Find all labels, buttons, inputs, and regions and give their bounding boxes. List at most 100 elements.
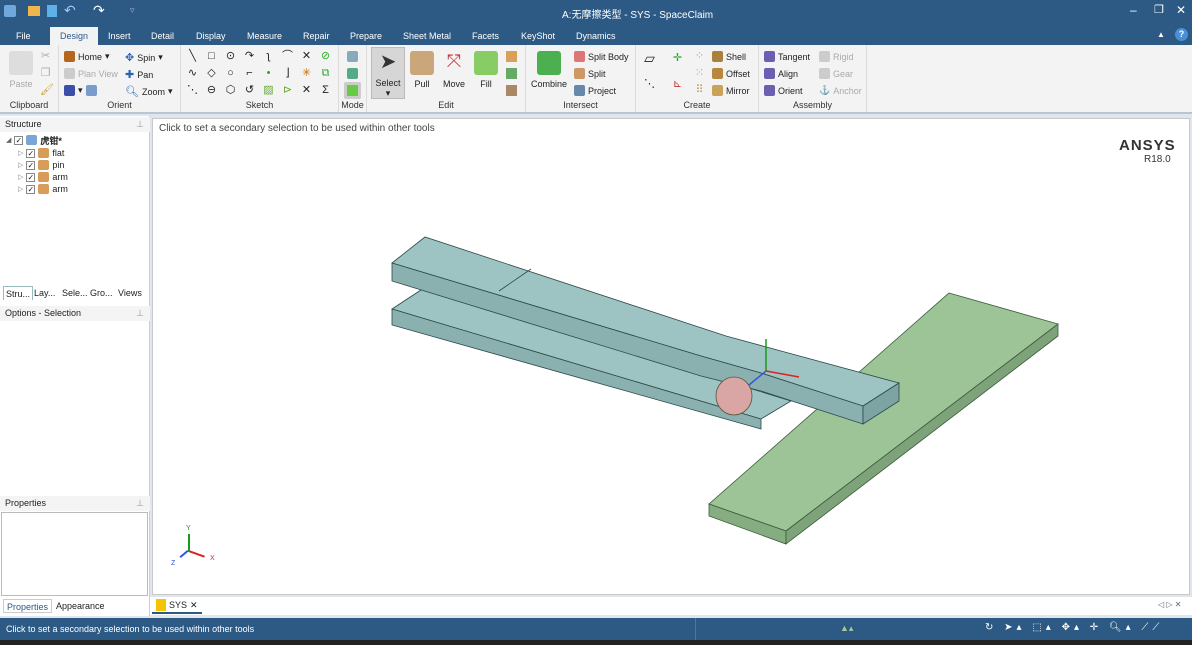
expand-icon[interactable]: ▷: [18, 173, 23, 181]
align-button[interactable]: Align: [764, 68, 798, 79]
line-tool-icon[interactable]: ╲: [187, 51, 198, 62]
tab-views[interactable]: Views: [118, 286, 142, 300]
undo-icon[interactable]: ↶: [64, 2, 76, 19]
sketch-mode-icon[interactable]: [347, 51, 358, 62]
tab-file[interactable]: File: [8, 27, 39, 45]
anchor-button[interactable]: ⚓ Anchor: [819, 85, 862, 96]
tab-design[interactable]: Design: [50, 27, 99, 45]
tab-detail[interactable]: Detail: [143, 27, 182, 45]
tangent-line-icon[interactable]: ∿: [187, 68, 198, 79]
tab-measure[interactable]: Measure: [239, 27, 290, 45]
spin-button[interactable]: ✥ Spin ▾: [125, 51, 163, 64]
polygon-icon[interactable]: ⬡: [225, 85, 236, 96]
cut-icon[interactable]: ✂: [40, 51, 51, 62]
collapse-icon[interactable]: ◢: [6, 136, 11, 144]
combine-button[interactable]: Combine: [530, 49, 568, 89]
pull-button[interactable]: Pull: [407, 49, 437, 89]
doc-tab-sys[interactable]: SYS ✕: [152, 598, 202, 614]
tab-prepare[interactable]: Prepare: [342, 27, 390, 45]
plane-icon[interactable]: ▱: [644, 51, 655, 65]
tab-keyshot[interactable]: KeyShot: [513, 27, 563, 45]
open-icon[interactable]: [28, 6, 40, 16]
shell-button[interactable]: Shell: [712, 51, 746, 62]
expand-icon[interactable]: ▷: [18, 161, 23, 169]
split-line-icon[interactable]: ✳: [301, 68, 312, 79]
tab-selection[interactable]: Sele...: [62, 286, 88, 300]
split-body-button[interactable]: Split Body: [574, 51, 629, 62]
gear-button[interactable]: Gear: [819, 68, 853, 79]
visibility-checkbox[interactable]: ✓: [14, 135, 24, 145]
sweep-arc-icon[interactable]: ⌐: [244, 68, 255, 79]
origin-icon[interactable]: ⊾: [672, 79, 683, 90]
tab-structure[interactable]: Stru...: [3, 286, 34, 300]
zoom-button[interactable]: 🔍︎ Zoom ▾: [125, 85, 173, 98]
visibility-checkbox[interactable]: ✓: [26, 160, 36, 170]
equation-icon[interactable]: Σ: [320, 85, 331, 96]
expand-icon[interactable]: ▷: [18, 149, 23, 157]
3d-viewport[interactable]: Click to set a secondary selection to be…: [152, 118, 1190, 595]
select-dropdown-icon[interactable]: ▾: [372, 88, 404, 99]
tab-properties[interactable]: Properties: [3, 599, 53, 613]
project-icon[interactable]: ⧉: [320, 68, 331, 79]
three-point-arc-icon[interactable]: ↺: [244, 85, 255, 96]
fillet-icon[interactable]: ⌋: [282, 68, 293, 79]
move-button[interactable]: ⤧ Move: [439, 49, 469, 89]
pan-button[interactable]: ✚ Pan: [125, 68, 153, 81]
tab-dynamics[interactable]: Dynamics: [568, 27, 624, 45]
corner-icon[interactable]: ✕: [301, 85, 312, 96]
fill-pattern-icon[interactable]: ⠿: [694, 85, 705, 96]
home-button[interactable]: Home ▾: [64, 51, 110, 62]
tree-item[interactable]: ▷ ✓ arm: [18, 183, 68, 195]
pin-icon[interactable]: ⊥: [136, 496, 144, 511]
view-cube-button[interactable]: ▾: [64, 85, 97, 96]
redo-icon[interactable]: ↷: [93, 2, 105, 19]
bend-icon[interactable]: ▨: [263, 85, 274, 96]
select-button[interactable]: ➤ Select ▾: [371, 47, 405, 99]
polygon-rect-icon[interactable]: ◇: [206, 68, 217, 79]
app-icon[interactable]: [4, 5, 16, 17]
rectangle-tool-icon[interactable]: □: [206, 51, 217, 62]
tab-display[interactable]: Display: [188, 27, 234, 45]
paste-button[interactable]: Paste: [6, 49, 36, 89]
split-button[interactable]: Split: [574, 68, 606, 79]
tree-item[interactable]: ▷ ✓ pin: [18, 159, 64, 171]
project-button[interactable]: Project: [574, 85, 616, 96]
tree-item[interactable]: ▷ ✓ flat: [18, 147, 64, 159]
replace-icon[interactable]: [506, 51, 517, 62]
collapse-ribbon-icon[interactable]: ▲: [1157, 30, 1165, 39]
tab-insert[interactable]: Insert: [100, 27, 139, 45]
circle-tool-icon[interactable]: ⊙: [225, 51, 236, 62]
help-icon[interactable]: ?: [1175, 28, 1188, 41]
offset-button[interactable]: Offset: [712, 68, 750, 79]
close-doc-icon[interactable]: ✕: [190, 600, 198, 611]
pin-icon[interactable]: ⊥: [136, 117, 144, 132]
copy-icon[interactable]: ❐: [40, 68, 51, 79]
construction-line-icon[interactable]: ⋱: [187, 85, 198, 96]
tab-sheet-metal[interactable]: Sheet Metal: [395, 27, 459, 45]
visibility-checkbox[interactable]: ✓: [26, 172, 36, 182]
selection-filter-icon[interactable]: ▲▴: [840, 623, 853, 634]
blend-icon[interactable]: [506, 85, 517, 96]
tab-scroll-icons[interactable]: ◁ ▷ ✕: [1158, 600, 1181, 609]
save-icon[interactable]: [47, 5, 57, 17]
plan-view-button[interactable]: Plan View: [64, 68, 118, 79]
extend-icon[interactable]: ⊳: [282, 85, 293, 96]
tangent-button[interactable]: Tangent: [764, 51, 810, 62]
status-tool-icons[interactable]: ↻ ➤▴ ⬚▴ ✥▴ ✛ 🔍︎▴ ⟋⟋: [985, 622, 1163, 633]
visibility-checkbox[interactable]: ✓: [26, 148, 36, 158]
point-icon[interactable]: •: [263, 68, 274, 79]
mirror-button[interactable]: Mirror: [712, 85, 750, 96]
pin-icon[interactable]: ⊥: [136, 306, 144, 321]
tab-appearance[interactable]: Appearance: [56, 599, 105, 613]
three-point-circle-icon[interactable]: ○: [225, 68, 236, 79]
section-mode-icon[interactable]: [347, 68, 358, 79]
linear-pattern-icon[interactable]: ⁘: [694, 51, 705, 62]
point-create-icon[interactable]: ✛: [672, 53, 683, 64]
tab-facets[interactable]: Facets: [464, 27, 507, 45]
orient-button[interactable]: Orient: [764, 85, 803, 96]
ellipse-icon[interactable]: ⊖: [206, 85, 217, 96]
tree-root[interactable]: ◢ ✓ 虎钳*: [6, 134, 62, 146]
trim-icon[interactable]: ✕: [301, 51, 312, 62]
tab-repair[interactable]: Repair: [295, 27, 338, 45]
visibility-checkbox[interactable]: ✓: [26, 184, 36, 194]
